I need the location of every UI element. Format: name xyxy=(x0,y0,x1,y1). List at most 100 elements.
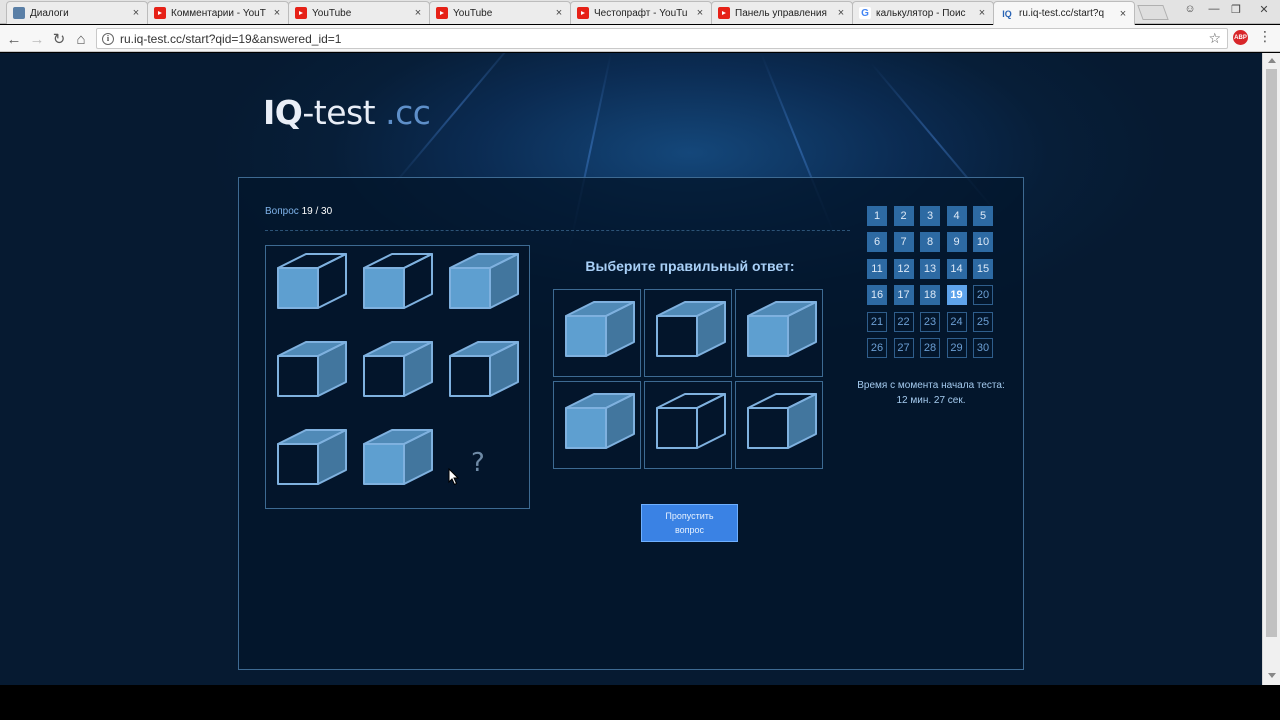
question-nav-29[interactable]: 29 xyxy=(946,338,967,358)
close-window-icon[interactable]: ✕ xyxy=(1252,0,1276,18)
matrix-cell xyxy=(272,426,348,496)
question-nav-27[interactable]: 27 xyxy=(893,338,914,358)
browser-tab[interactable]: Честопрафт - YouTu × xyxy=(570,1,712,24)
answer-option[interactable] xyxy=(644,289,732,377)
home-icon[interactable]: ⌂ xyxy=(71,29,91,49)
info-icon[interactable]: i xyxy=(102,32,114,45)
close-tab-icon[interactable]: × xyxy=(413,7,423,19)
question-nav-12[interactable]: 12 xyxy=(893,258,914,279)
iq-icon: IQ xyxy=(1002,8,1012,19)
tab-title: Комментарии - YouT xyxy=(171,7,266,19)
question-nav-20[interactable]: 20 xyxy=(973,285,993,306)
adblock-icon[interactable]: ABP xyxy=(1233,30,1248,45)
divider xyxy=(265,230,850,231)
scroll-down-icon[interactable] xyxy=(1268,673,1276,678)
browser-tab[interactable]: Диалоги × xyxy=(6,1,148,24)
browser-tab[interactable]: YouTube × xyxy=(429,1,571,24)
close-tab-icon[interactable]: × xyxy=(836,7,846,19)
matrix-cell xyxy=(272,338,348,408)
answer-option[interactable] xyxy=(553,289,641,377)
question-nav-30[interactable]: 30 xyxy=(973,338,993,358)
timer-label: Время с момента начала теста: xyxy=(857,380,1005,391)
question-nav-18[interactable]: 18 xyxy=(920,285,940,306)
browser-tab[interactable]: YouTube × xyxy=(288,1,430,24)
menu-icon[interactable]: ⋮ xyxy=(1258,28,1272,45)
question-nav-28[interactable]: 28 xyxy=(920,338,940,358)
page-viewport: IQ-test .cc Вопрос 19 / 30 ? Выберите пр… xyxy=(0,53,1262,685)
question-nav-11[interactable]: 11 xyxy=(867,258,887,279)
question-nav-17[interactable]: 17 xyxy=(893,285,914,306)
close-tab-icon[interactable]: × xyxy=(695,7,705,19)
puzzle-matrix: ? xyxy=(265,245,530,509)
browser-tab[interactable]: Gкалькулятор - Поис × xyxy=(852,1,994,24)
address-bar[interactable]: i ru.iq-test.cc/start?qid=19&answered_id… xyxy=(96,28,1228,49)
cube-icon xyxy=(363,253,433,309)
skip-question-button[interactable]: Пропустить вопрос xyxy=(641,504,738,542)
answer-option[interactable] xyxy=(644,381,732,469)
tab-title: Диалоги xyxy=(30,7,69,19)
site-logo[interactable]: IQ-test .cc xyxy=(263,93,431,132)
tab-title: Честопрафт - YouTu xyxy=(594,7,688,19)
tab-title: калькулятор - Поис xyxy=(876,7,966,19)
question-label: Вопрос xyxy=(265,206,299,217)
scrollbar[interactable] xyxy=(1262,53,1280,685)
question-nav-4[interactable]: 4 xyxy=(946,206,967,226)
answer-prompt: Выберите правильный ответ: xyxy=(585,258,795,274)
maximize-icon[interactable]: ❐ xyxy=(1226,0,1246,18)
close-tab-icon[interactable]: × xyxy=(554,7,564,19)
question-nav-15[interactable]: 15 xyxy=(973,258,993,279)
question-nav-10[interactable]: 10 xyxy=(973,232,993,253)
url-text[interactable]: ru.iq-test.cc/start?qid=19&answered_id=1 xyxy=(120,32,341,46)
question-nav-2[interactable]: 2 xyxy=(893,206,914,226)
question-nav-22[interactable]: 22 xyxy=(893,311,914,332)
minimize-icon[interactable]: — xyxy=(1204,0,1224,18)
browser-tab[interactable]: Панель управления × xyxy=(711,1,853,24)
question-nav-3[interactable]: 3 xyxy=(920,206,940,226)
close-tab-icon[interactable]: × xyxy=(272,7,282,19)
question-nav-6[interactable]: 6 xyxy=(867,232,887,253)
answer-option[interactable] xyxy=(553,381,641,469)
reload-icon[interactable]: ↻ xyxy=(49,29,69,49)
user-icon[interactable]: ☺ xyxy=(1180,0,1200,18)
question-nav-14[interactable]: 14 xyxy=(946,258,967,279)
browser-tab[interactable]: IQ ru.iq-test.cc/start?q × xyxy=(993,1,1135,25)
scrollbar-thumb[interactable] xyxy=(1266,69,1277,637)
question-nav-9[interactable]: 9 xyxy=(946,232,967,253)
question-nav-13[interactable]: 13 xyxy=(920,258,940,279)
youtube-icon xyxy=(718,7,730,19)
youtube-icon xyxy=(436,7,448,19)
test-panel: Вопрос 19 / 30 ? Выберите правильный отв… xyxy=(238,177,1024,670)
question-nav-19[interactable]: 19 xyxy=(946,285,967,306)
question-nav-5[interactable]: 5 xyxy=(973,206,993,226)
youtube-icon xyxy=(154,7,166,19)
forward-icon[interactable]: → xyxy=(27,29,47,49)
question-nav-23[interactable]: 23 xyxy=(920,311,940,332)
question-nav-25[interactable]: 25 xyxy=(973,311,993,332)
close-tab-icon[interactable]: × xyxy=(131,7,141,19)
google-icon: G xyxy=(859,7,871,19)
browser-tab[interactable]: Комментарии - YouT × xyxy=(147,1,289,24)
tab-title: ru.iq-test.cc/start?q xyxy=(1019,8,1105,19)
answer-option[interactable] xyxy=(735,381,823,469)
new-tab-button[interactable] xyxy=(1137,5,1169,20)
matrix-cell xyxy=(358,338,434,408)
question-nav-24[interactable]: 24 xyxy=(946,311,967,332)
matrix-cell xyxy=(444,250,520,320)
cube-icon xyxy=(565,301,635,357)
question-current: 19 xyxy=(301,206,313,217)
back-icon[interactable]: ← xyxy=(4,29,24,49)
scroll-up-icon[interactable] xyxy=(1268,58,1276,63)
question-nav-21[interactable]: 21 xyxy=(867,311,887,332)
skip-label-line2: вопрос xyxy=(674,525,705,535)
elapsed-timer: Время с момента начала теста: 12 мин. 27… xyxy=(835,378,1027,408)
close-tab-icon[interactable]: × xyxy=(977,7,987,19)
question-nav-8[interactable]: 8 xyxy=(920,232,940,253)
bookmark-star-icon[interactable]: ☆ xyxy=(1208,30,1221,47)
question-nav-26[interactable]: 26 xyxy=(867,338,887,358)
logo-test: -test xyxy=(302,93,376,132)
question-nav-7[interactable]: 7 xyxy=(893,232,914,253)
question-nav-16[interactable]: 16 xyxy=(867,285,887,306)
answer-option[interactable] xyxy=(735,289,823,377)
question-nav-1[interactable]: 1 xyxy=(867,206,887,226)
close-tab-icon[interactable]: × xyxy=(1118,8,1128,20)
